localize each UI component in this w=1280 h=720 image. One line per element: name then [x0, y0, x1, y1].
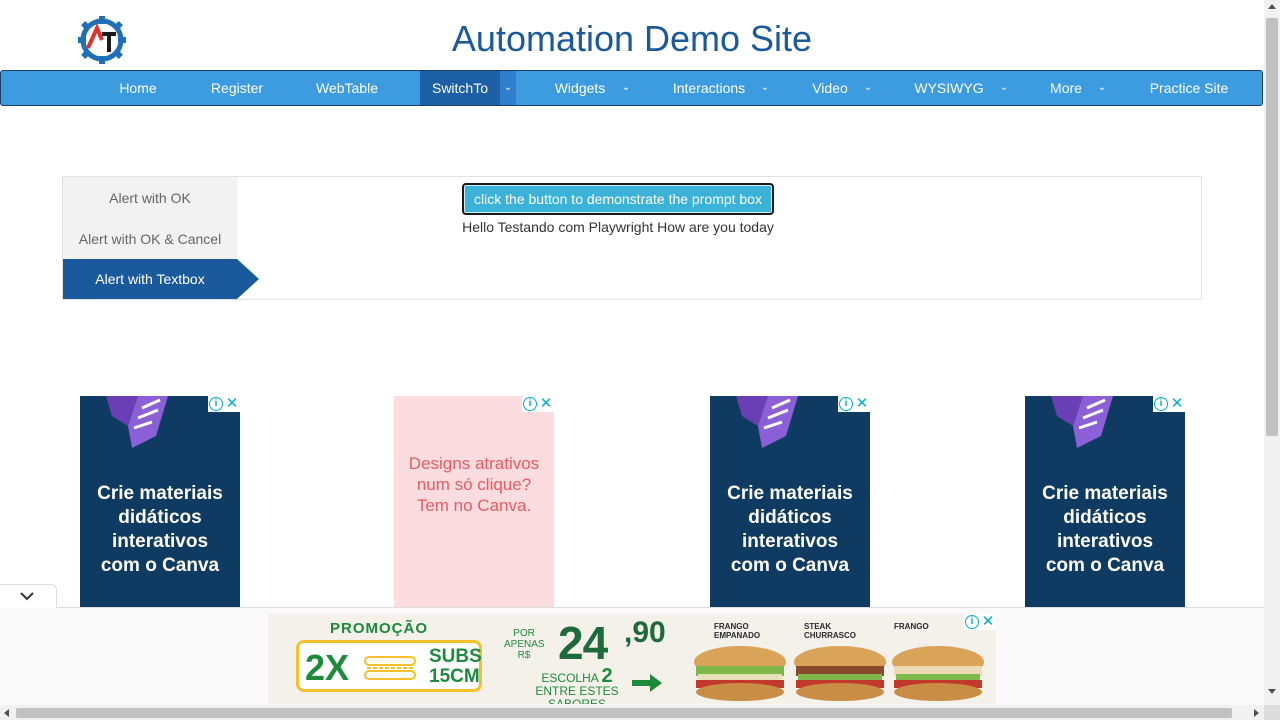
- promo-banner[interactable]: PROMOÇÃO 2X SUBS 15CM POR APENAS R$ 24 ,…: [268, 614, 996, 704]
- prompt-result-text: Hello Testando com Playwright How are yo…: [462, 219, 774, 235]
- ad-text: Crie materiais didáticos interativos com…: [97, 483, 223, 576]
- promo-label: PROMOÇÃO: [330, 620, 428, 637]
- nav-interactions[interactable]: Interactions: [661, 71, 757, 105]
- promo-escolha-post: ENTRE ESTES SABORES: [535, 684, 619, 705]
- sandwich-photo-icon: [794, 646, 886, 701]
- chevron-down-icon[interactable]: ⌄: [757, 71, 773, 105]
- page: Automation Demo Site Home Register WebTa…: [0, 0, 1280, 720]
- ad-controls: i ✕: [964, 614, 996, 630]
- scroll-down-icon[interactable]: [1268, 689, 1276, 694]
- flavor-label: FRANGO EMPANADO: [714, 622, 761, 640]
- info-icon[interactable]: i: [209, 397, 223, 411]
- info-icon[interactable]: i: [523, 397, 537, 411]
- vertical-scroll-thumb[interactable]: [1266, 18, 1278, 436]
- flavor-label: FRANGO: [894, 622, 929, 631]
- scroll-right-icon[interactable]: [1254, 709, 1259, 717]
- promo-subs: SUBS 15CM: [429, 647, 482, 687]
- info-icon[interactable]: i: [965, 615, 979, 629]
- ad-banner[interactable]: Crie materiais didáticos interativos com…: [1025, 396, 1185, 608]
- nav-register[interactable]: Register: [195, 71, 279, 105]
- promo-subs-word: SUBS: [429, 646, 482, 667]
- ad-controls: i ✕: [1153, 396, 1185, 412]
- scroll-up-icon[interactable]: [1268, 4, 1276, 9]
- scroll-left-icon[interactable]: [4, 709, 9, 717]
- ad-text: Crie materiais didáticos interativos com…: [1042, 483, 1168, 576]
- info-icon[interactable]: i: [1154, 397, 1168, 411]
- promo-cents: ,90: [624, 616, 666, 649]
- ad-controls: i ✕: [838, 396, 870, 412]
- promo-2x: 2X: [305, 647, 350, 688]
- flavor-label: STEAK CHURRASCO: [804, 622, 856, 640]
- chevron-down-icon: [20, 592, 34, 601]
- close-icon[interactable]: ✕: [855, 396, 869, 412]
- nav-widgets[interactable]: Widgets: [539, 71, 621, 105]
- promo-escolha-pre: ESCOLHA: [541, 671, 599, 685]
- nav-more[interactable]: More: [1041, 71, 1091, 105]
- prompt-box-button[interactable]: click the button to demonstrate the prom…: [462, 183, 774, 215]
- vertical-scrollbar[interactable]: [1264, 0, 1280, 705]
- alerts-tab-list: Alert with OK Alert with OK & Cancel Ale…: [63, 177, 237, 299]
- promo-escolha: ESCOLHA 2 ENTRE ESTES SABORES: [522, 666, 632, 705]
- page-title: Automation Demo Site: [451, 18, 813, 59]
- close-icon[interactable]: ✕: [539, 396, 553, 412]
- collapse-ad-button[interactable]: [0, 584, 57, 608]
- nav-wysiwyg[interactable]: WYSIWYG: [905, 71, 993, 105]
- sandwich-photo-icon: [694, 646, 786, 701]
- arrow-right-icon: [632, 674, 662, 692]
- chevron-down-icon[interactable]: ⌄: [500, 71, 516, 105]
- tab-alert-textbox[interactable]: Alert with Textbox: [63, 259, 237, 299]
- horizontal-scroll-thumb[interactable]: [16, 708, 1232, 718]
- nav-webtable[interactable]: WebTable: [297, 71, 397, 105]
- nav-video[interactable]: Video: [801, 71, 859, 105]
- sandwich-photo-icon: [892, 646, 984, 701]
- info-icon[interactable]: i: [839, 397, 853, 411]
- ad-controls: i ✕: [208, 396, 240, 412]
- sandwich-icon: [364, 656, 416, 680]
- chevron-down-icon[interactable]: ⌄: [1094, 71, 1110, 105]
- promo-size: 15CM: [429, 666, 480, 687]
- ad-controls: i ✕: [522, 396, 554, 412]
- nav-home[interactable]: Home: [96, 71, 180, 105]
- nav-practice-site[interactable]: Practice Site: [1131, 71, 1247, 105]
- alerts-panel: Alert with OK Alert with OK & Cancel Ale…: [62, 176, 1202, 300]
- chevron-down-icon[interactable]: ⌄: [996, 71, 1012, 105]
- scrollbar-corner: [1264, 705, 1280, 720]
- notebook-illustration-icon: [106, 396, 168, 448]
- notebook-illustration-icon: [736, 396, 798, 448]
- horizontal-scrollbar[interactable]: [0, 705, 1264, 720]
- ad-text: Designs atrativos num só clique? Tem no …: [408, 454, 540, 515]
- ad-banner[interactable]: Designs atrativos num só clique? Tem no …: [394, 396, 554, 608]
- promo-por-apenas: POR APENAS R$: [504, 628, 545, 661]
- close-icon[interactable]: ✕: [981, 614, 995, 630]
- chevron-down-icon[interactable]: ⌄: [618, 71, 634, 105]
- chevron-down-icon[interactable]: ⌄: [860, 71, 876, 105]
- nav-switchto[interactable]: SwitchTo: [420, 71, 500, 105]
- ad-banner[interactable]: Crie materiais didáticos interativos com…: [80, 396, 240, 608]
- tab-alert-ok[interactable]: Alert with OK: [63, 178, 237, 218]
- ad-banner[interactable]: Crie materiais didáticos interativos com…: [710, 396, 870, 608]
- close-icon[interactable]: ✕: [225, 396, 239, 412]
- active-tab-arrow: [237, 259, 259, 299]
- close-icon[interactable]: ✕: [1170, 396, 1184, 412]
- promo-price: 24: [558, 617, 608, 669]
- main-nav: Home Register WebTable SwitchTo ⌄ Widget…: [0, 70, 1263, 106]
- tab-alert-ok-cancel[interactable]: Alert with OK & Cancel: [63, 219, 237, 259]
- promo-box: 2X SUBS 15CM: [296, 640, 482, 692]
- ad-text: Crie materiais didáticos interativos com…: [727, 483, 853, 576]
- notebook-illustration-icon: [1051, 396, 1113, 448]
